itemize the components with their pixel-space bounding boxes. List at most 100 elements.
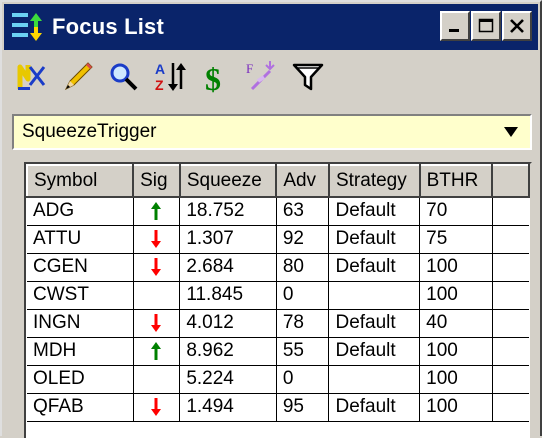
down-arrow-icon bbox=[151, 397, 162, 416]
table-row[interactable]: CGEN 2.684 80 Default 100 bbox=[27, 253, 529, 282]
dropdown-arrow-icon[interactable] bbox=[498, 119, 524, 145]
close-button[interactable] bbox=[502, 11, 532, 41]
down-arrow-icon bbox=[151, 229, 162, 248]
minimize-button[interactable] bbox=[440, 11, 470, 41]
signal-cell[interactable] bbox=[133, 337, 181, 366]
search-button[interactable] bbox=[102, 57, 146, 97]
strategy-cell[interactable]: Default bbox=[328, 197, 421, 226]
close-icon bbox=[510, 19, 524, 33]
focus-list-app-icon bbox=[10, 9, 46, 45]
adv-cell[interactable]: 95 bbox=[276, 393, 330, 422]
squeeze-cell[interactable]: 4.012 bbox=[179, 309, 277, 338]
minimize-icon bbox=[449, 29, 459, 32]
bthr-cell[interactable]: 75 bbox=[419, 225, 493, 254]
table-row[interactable]: INGN 4.012 78 Default 40 bbox=[27, 309, 529, 338]
strategy-cell[interactable]: Default bbox=[328, 225, 421, 254]
symbol-cell[interactable]: ATTU bbox=[27, 225, 134, 254]
edit-button[interactable] bbox=[56, 57, 100, 97]
signal-cell[interactable] bbox=[133, 365, 181, 394]
squeeze-cell[interactable]: 1.307 bbox=[179, 225, 277, 254]
column-header-sig[interactable]: Sig bbox=[132, 164, 181, 198]
strategy-cell[interactable]: Default bbox=[328, 337, 421, 366]
symbol-cell[interactable]: INGN bbox=[27, 309, 134, 338]
squeeze-cell[interactable]: 18.752 bbox=[179, 197, 277, 226]
bthr-cell[interactable]: 100 bbox=[419, 393, 493, 422]
table-row[interactable]: ADG 18.752 63 Default 70 bbox=[27, 197, 529, 226]
squeeze-cell[interactable]: 1.494 bbox=[179, 393, 277, 422]
svg-text:$: $ bbox=[205, 61, 221, 95]
bthr-cell[interactable]: 100 bbox=[419, 365, 493, 394]
down-arrow-icon bbox=[151, 313, 162, 332]
column-header-strategy[interactable]: Strategy bbox=[327, 164, 421, 198]
strategy-cell[interactable]: Default bbox=[328, 309, 421, 338]
adv-cell[interactable]: 92 bbox=[276, 225, 330, 254]
svg-text:Z: Z bbox=[155, 77, 164, 93]
focus-list-window: Focus List A Z $ F SqueezeTrigger Symbol… bbox=[0, 0, 542, 438]
bthr-cell[interactable]: 70 bbox=[419, 197, 493, 226]
table-row[interactable]: ATTU 1.307 92 Default 75 bbox=[27, 225, 529, 254]
signal-cell[interactable] bbox=[133, 393, 181, 422]
empty-cell bbox=[492, 337, 529, 366]
down-arrow-icon bbox=[151, 257, 162, 276]
title-bar[interactable]: Focus List bbox=[4, 4, 538, 50]
adv-cell[interactable]: 0 bbox=[276, 281, 330, 310]
table-row[interactable]: MDH 8.962 55 Default 100 bbox=[27, 337, 529, 366]
bthr-cell[interactable]: 100 bbox=[419, 337, 493, 366]
up-arrow-icon bbox=[151, 202, 162, 221]
bthr-cell[interactable]: 100 bbox=[419, 281, 493, 310]
empty-cell bbox=[492, 393, 529, 422]
bthr-cell[interactable]: 100 bbox=[419, 253, 493, 282]
price-button[interactable]: $ bbox=[194, 57, 238, 97]
table-row[interactable]: QFAB 1.494 95 Default 100 bbox=[27, 393, 529, 422]
strategy-cell[interactable]: Default bbox=[328, 393, 421, 422]
symbol-cell[interactable]: CWST bbox=[27, 281, 134, 310]
column-header-symbol[interactable]: Symbol bbox=[26, 164, 135, 198]
table-row[interactable]: CWST 11.845 0 100 bbox=[27, 281, 529, 310]
empty-cell bbox=[492, 281, 529, 310]
sort-button[interactable]: A Z bbox=[148, 57, 192, 97]
squeeze-cell[interactable]: 8.962 bbox=[179, 337, 277, 366]
empty-cell bbox=[492, 309, 529, 338]
pencil-edit-icon bbox=[64, 62, 93, 91]
table-header-row: Symbol Sig Squeeze Adv Strategy BTHR bbox=[26, 164, 530, 198]
signal-cell[interactable] bbox=[133, 309, 181, 338]
strategy-cell[interactable]: Default bbox=[328, 253, 421, 282]
dollar-icon: $ bbox=[205, 61, 221, 95]
symbol-cell[interactable]: QFAB bbox=[27, 393, 134, 422]
signal-cell[interactable] bbox=[133, 253, 181, 282]
column-header-squeeze[interactable]: Squeeze bbox=[178, 164, 278, 198]
symbol-cell[interactable]: MDH bbox=[27, 337, 134, 366]
adv-cell[interactable]: 55 bbox=[276, 337, 330, 366]
focus-list-grid: Symbol Sig Squeeze Adv Strategy BTHR ADG… bbox=[24, 162, 532, 438]
signal-cell[interactable] bbox=[133, 281, 181, 310]
bthr-cell[interactable]: 40 bbox=[419, 309, 493, 338]
strategy-cell[interactable] bbox=[328, 281, 421, 310]
squeeze-cell[interactable]: 2.684 bbox=[179, 253, 277, 282]
squeeze-cell[interactable]: 5.224 bbox=[179, 365, 277, 394]
strategy-cell[interactable] bbox=[328, 365, 421, 394]
list-selector-dropdown[interactable]: SqueezeTrigger bbox=[12, 114, 532, 150]
symbol-cell[interactable]: ADG bbox=[27, 197, 134, 226]
focus-list-table: Symbol Sig Squeeze Adv Strategy BTHR ADG… bbox=[26, 164, 530, 422]
empty-cell bbox=[492, 197, 529, 226]
new-list-button[interactable] bbox=[10, 57, 54, 97]
maximize-icon bbox=[478, 18, 494, 33]
column-header-bthr[interactable]: BTHR bbox=[418, 164, 494, 198]
sort-az-icon: A Z bbox=[155, 61, 186, 93]
symbol-cell[interactable]: CGEN bbox=[27, 253, 134, 282]
column-header-adv[interactable]: Adv bbox=[275, 164, 330, 198]
adv-cell[interactable]: 63 bbox=[276, 197, 330, 226]
empty-cell bbox=[492, 225, 529, 254]
table-row[interactable]: OLED 5.224 0 100 bbox=[27, 365, 529, 394]
adv-cell[interactable]: 0 bbox=[276, 365, 330, 394]
adv-cell[interactable]: 80 bbox=[276, 253, 330, 282]
signal-cell[interactable] bbox=[133, 197, 181, 226]
column-header-empty bbox=[491, 164, 530, 198]
filter-button[interactable] bbox=[286, 57, 330, 97]
adv-cell[interactable]: 78 bbox=[276, 309, 330, 338]
maximize-button[interactable] bbox=[471, 11, 501, 41]
squeeze-cell[interactable]: 11.845 bbox=[179, 281, 277, 310]
symbol-cell[interactable]: OLED bbox=[27, 365, 134, 394]
signal-cell[interactable] bbox=[133, 225, 181, 254]
formula-button[interactable]: F bbox=[240, 57, 284, 97]
